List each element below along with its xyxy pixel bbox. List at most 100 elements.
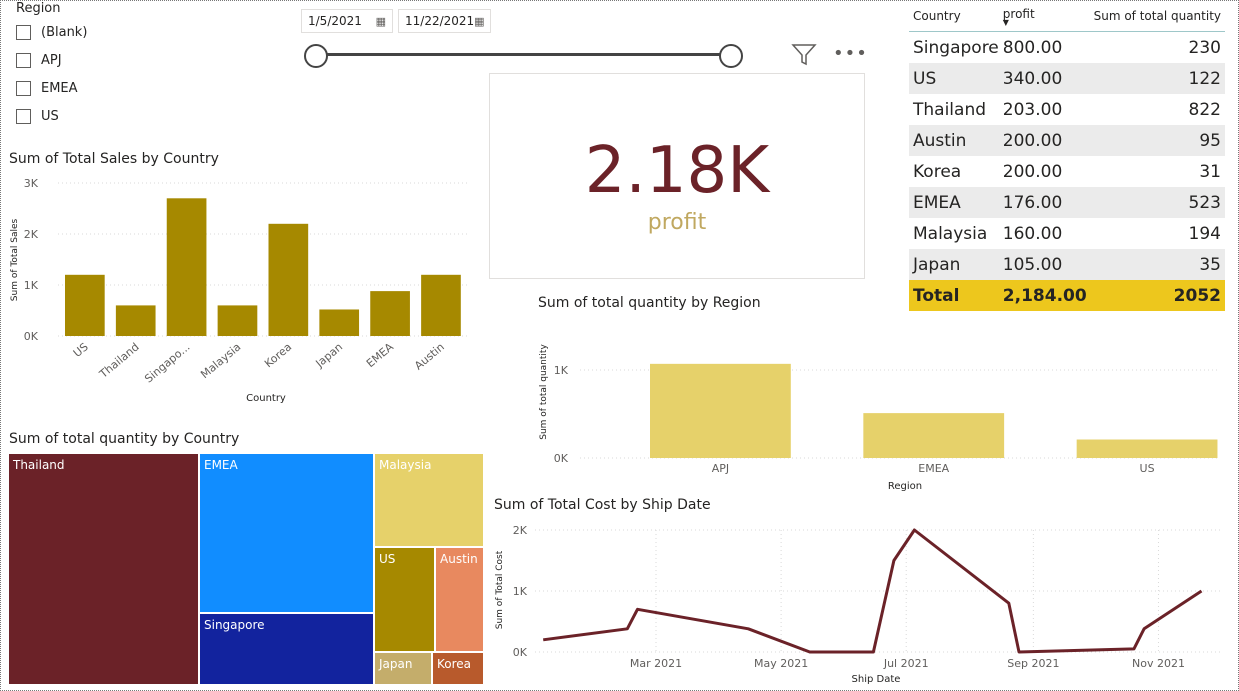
cell-country: Korea — [913, 161, 962, 182]
y-tick-label: 0K — [554, 452, 569, 465]
table-row[interactable]: EMEA 176.00 523 — [909, 187, 1225, 218]
treemap-tile-label: Thailand — [13, 458, 65, 472]
cell-quantity: 95 — [1089, 125, 1225, 156]
y-axis-title: Sum of Total Sales — [10, 218, 20, 301]
bar — [370, 291, 410, 336]
cell-quantity: 194 — [1188, 223, 1221, 244]
slicer-item-blank[interactable]: (Blank) — [16, 18, 136, 46]
table-row[interactable]: Austin 200.00 95 — [909, 125, 1225, 156]
x-tick-label: Korea — [262, 340, 294, 370]
end-date-handle[interactable] — [719, 44, 743, 68]
y-tick-label: 3K — [24, 177, 39, 190]
table-row[interactable]: Malaysia 160.00 194 — [909, 218, 1225, 249]
x-tick-label: Mar 2021 — [630, 657, 682, 670]
cell-profit: 200.00 — [1002, 161, 1063, 182]
start-date-handle[interactable] — [304, 44, 328, 68]
y-axis-title: Sum of Total Cost — [495, 550, 505, 629]
calendar-icon[interactable]: ▦ — [474, 15, 484, 28]
x-axis-title: Region — [888, 481, 922, 492]
start-date-input[interactable]: 1/5/2021 ▦ — [301, 9, 393, 33]
sort-desc-icon: ▼ — [1002, 17, 1009, 27]
treemap-tile-label: Korea — [437, 657, 472, 671]
end-date-input[interactable]: 11/22/2021 ▦ — [398, 9, 491, 33]
cell-profit: 105.00 — [1001, 249, 1090, 280]
cell-profit: 203.00 — [1002, 99, 1063, 120]
y-axis-title: Sum of total quantity — [539, 344, 549, 440]
cell-quantity: 31 — [1199, 161, 1221, 182]
bar — [115, 305, 156, 336]
more-options-icon[interactable]: ••• — [833, 43, 868, 64]
table-row[interactable]: Singapore 800.00 230 — [909, 32, 1225, 64]
table-row[interactable]: Korea 200.00 31 — [909, 156, 1225, 187]
x-tick-label: Sep 2021 — [1007, 657, 1059, 670]
treemap-tile[interactable]: Japan — [374, 652, 432, 685]
cell-profit: 800.00 — [1002, 37, 1063, 58]
x-tick-label: Japan — [313, 340, 346, 370]
slicer-item-apj[interactable]: APJ — [16, 46, 136, 74]
start-date-value: 1/5/2021 — [308, 14, 362, 28]
x-axis-title: Country — [246, 393, 286, 404]
table: Country profit ▼ Sum of total quantity Si… — [909, 0, 1225, 311]
checkbox[interactable] — [16, 80, 31, 96]
bar — [863, 413, 1005, 458]
column-header-profit[interactable]: profit ▼ — [1001, 0, 1090, 32]
cell-country: Japan — [909, 249, 1002, 280]
checkbox[interactable] — [16, 108, 31, 124]
bar — [217, 305, 258, 336]
calendar-icon[interactable]: ▦ — [376, 15, 386, 28]
chart-title-sales: Sum of Total Sales by Country — [9, 151, 219, 167]
slicer-item-label: (Blank) — [41, 24, 88, 40]
filter-icon[interactable] — [791, 43, 817, 71]
column-header-quantity[interactable]: Sum of total quantity — [1089, 0, 1225, 32]
series-line — [543, 528, 1203, 654]
x-tick-label: Malaysia — [198, 340, 243, 381]
column-header-country[interactable]: Country — [909, 0, 1002, 32]
y-tick-label: 0K — [24, 330, 39, 343]
date-range-track[interactable] — [315, 53, 731, 56]
cell-quantity: 230 — [1188, 37, 1221, 58]
cell-quantity: 122 — [1089, 63, 1225, 94]
x-tick-label: Thailand — [96, 340, 141, 381]
total-quantity: 2052 — [1089, 280, 1225, 311]
cell-country: Austin — [909, 125, 1002, 156]
chart-title-treemap: Sum of total quantity by Country — [9, 431, 240, 447]
bar — [1076, 439, 1218, 458]
x-tick-label: APJ — [712, 462, 729, 475]
table-row[interactable]: US 340.00 122 — [909, 63, 1225, 94]
slicer-item-emea[interactable]: EMEA — [16, 74, 136, 102]
cell-quantity: 523 — [1089, 187, 1225, 218]
checkbox[interactable] — [16, 52, 31, 68]
sales-bar-chart: 0K 1K 2K 3K US Thailand Singapo... Malaysia Kore… — [10, 177, 470, 404]
chart-title-cost: Sum of Total Cost by Ship Date — [494, 497, 711, 513]
cell-country: Malaysia — [913, 223, 988, 244]
table-row[interactable]: Thailand 203.00 822 — [909, 94, 1225, 125]
treemap-tile[interactable]: EMEA — [199, 453, 374, 613]
treemap-tile-label: Japan — [379, 657, 413, 671]
table-row[interactable]: Japan 105.00 35 — [909, 249, 1225, 280]
treemap-tile[interactable]: Thailand — [8, 453, 199, 685]
x-tick-label: May 2021 — [754, 657, 808, 670]
slicer-item-us[interactable]: US — [16, 102, 136, 130]
checkbox[interactable] — [16, 24, 31, 40]
bar — [319, 309, 360, 336]
slicer-item-label: EMEA — [41, 80, 78, 96]
cost-line-chart: 0K 1K 2K Mar 2021 May 2021 Jul 2021 Sep 2021 No… — [495, 524, 1220, 685]
region-bar-chart: 0K 1K APJ EMEA US Region Sum of total quantity — [539, 344, 1220, 492]
x-tick-label: US — [1140, 462, 1155, 475]
x-tick-label: EMEA — [364, 340, 396, 370]
cell-profit: 200.00 — [1001, 125, 1090, 156]
x-tick-label: Nov 2021 — [1132, 657, 1185, 670]
treemap-tile[interactable]: US — [374, 547, 435, 652]
bar — [268, 223, 309, 336]
treemap-tile-label: Singapore — [204, 618, 265, 632]
chart-title-region: Sum of total quantity by Region — [538, 295, 761, 311]
treemap-tile[interactable]: Malaysia — [374, 453, 484, 547]
total-label: Total — [909, 280, 1002, 311]
y-tick-label: 2K — [513, 524, 528, 537]
treemap-tile[interactable]: Korea — [432, 652, 484, 685]
treemap-tile[interactable]: Austin — [435, 547, 484, 652]
treemap-tile[interactable]: Singapore — [199, 613, 374, 685]
slicer-list: (Blank) APJ EMEA US — [16, 18, 136, 130]
cell-country: Thailand — [913, 99, 987, 120]
card-label: profit — [647, 210, 707, 235]
